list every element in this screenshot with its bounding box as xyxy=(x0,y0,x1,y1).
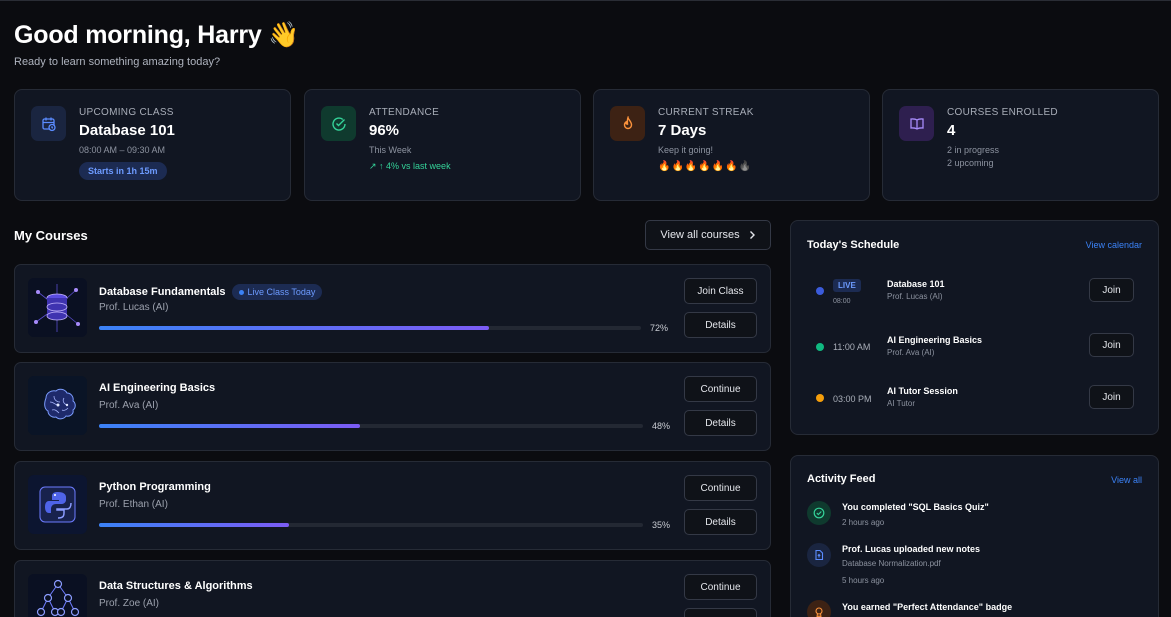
schedule-dot-icon xyxy=(816,343,824,351)
stat-label: ATTENDANCE xyxy=(369,107,440,118)
check-circle-icon xyxy=(321,106,356,141)
live-class-tag: Live Class Today xyxy=(231,284,323,300)
streak-message: Keep it going! xyxy=(658,145,714,155)
progress-percent: 72% xyxy=(650,323,669,333)
schedule-time: 08:00 xyxy=(833,298,851,305)
schedule-instructor: Prof. Lucas (AI) xyxy=(887,292,943,301)
wave-emoji-icon: 👋 xyxy=(268,21,300,49)
details-button[interactable] xyxy=(684,608,757,617)
live-dot-icon xyxy=(238,289,244,295)
stat-value: Database 101 xyxy=(79,122,175,139)
progress-percent: 48% xyxy=(652,421,671,431)
stat-value: 4 xyxy=(947,122,956,139)
join-class-button[interactable]: Join Class xyxy=(684,278,757,304)
activity-time: 2 hours ago xyxy=(842,518,885,527)
activity-time: 5 hours ago xyxy=(842,576,885,585)
stat-label: COURSES ENROLLED xyxy=(947,107,1058,118)
schedule-class-name: AI Tutor Session xyxy=(887,386,958,396)
course-instructor: Prof. Lucas (AI) xyxy=(99,302,169,313)
panel-title: Activity Feed xyxy=(807,473,876,485)
view-all-activity-link[interactable]: View all xyxy=(1111,475,1142,485)
check-circle-icon xyxy=(807,501,831,525)
course-title: AI Engineering Basics xyxy=(99,382,216,394)
stat-card-attendance[interactable]: ATTENDANCE 96% This Week ↗ ↑ 4% vs last … xyxy=(304,89,581,201)
course-card-database-fundamentals[interactable]: Database Fundamentals Live Class Today P… xyxy=(14,264,771,353)
medal-icon xyxy=(807,600,831,617)
page-title: Good morning, Harry 👋 xyxy=(14,21,300,49)
course-card-data-structures[interactable]: Data Structures & Algorithms Prof. Zoe (… xyxy=(14,560,771,617)
activity-text: You earned "Perfect Attendance" badge xyxy=(842,602,1013,612)
brain-thumbnail xyxy=(28,376,87,435)
calendar-clock-icon xyxy=(31,106,66,141)
stat-label: CURRENT STREAK xyxy=(658,107,754,118)
view-all-courses-button[interactable]: View all courses xyxy=(645,220,771,250)
schedule-instructor: AI Tutor xyxy=(887,399,916,408)
activity-file: Database Normalization.pdf xyxy=(842,559,941,568)
course-card-python[interactable]: Python Programming Prof. Ethan (AI) 35% … xyxy=(14,461,771,550)
course-title: Database Fundamentals Live Class Today xyxy=(99,284,323,300)
course-instructor: Prof. Ava (AI) xyxy=(99,400,159,411)
tree-thumbnail xyxy=(28,574,87,617)
details-button[interactable]: Details xyxy=(684,509,757,535)
course-title: Python Programming xyxy=(99,481,211,493)
panel-title: Today's Schedule xyxy=(807,239,900,251)
view-calendar-link[interactable]: View calendar xyxy=(1086,240,1142,250)
course-title: Data Structures & Algorithms xyxy=(99,580,253,592)
activity-text: Prof. Lucas uploaded new notes xyxy=(842,544,981,554)
join-button[interactable]: Join xyxy=(1089,278,1134,302)
in-progress-count: 2 in progress xyxy=(947,145,1000,155)
stat-card-courses-enrolled[interactable]: COURSES ENROLLED 4 2 in progress 2 upcom… xyxy=(882,89,1159,201)
schedule-time: 11:00 AM xyxy=(833,342,871,352)
schedule-dot-icon xyxy=(816,394,824,402)
upcoming-count: 2 upcoming xyxy=(947,158,994,168)
python-thumbnail xyxy=(28,475,87,534)
course-progress-bar xyxy=(99,523,643,527)
schedule-class-name: Database 101 xyxy=(887,279,945,289)
file-upload-icon xyxy=(807,543,831,567)
section-title-my-courses: My Courses xyxy=(14,228,88,243)
continue-button[interactable]: Continue xyxy=(684,574,757,600)
trend-indicator: ↗ ↑ 4% vs last week xyxy=(369,161,451,171)
schedule-instructor: Prof. Ava (AI) xyxy=(887,348,935,357)
stat-value: 7 Days xyxy=(658,122,707,139)
class-time: 08:00 AM – 09:30 AM xyxy=(79,145,166,155)
stat-card-streak[interactable]: CURRENT STREAK 7 Days Keep it going! 🔥🔥🔥… xyxy=(593,89,870,201)
course-progress-bar xyxy=(99,424,643,428)
course-instructor: Prof. Ethan (AI) xyxy=(99,499,168,510)
schedule-class-name: AI Engineering Basics xyxy=(887,335,983,345)
stat-label: UPCOMING CLASS xyxy=(79,107,174,118)
starts-in-badge: Starts in 1h 15m xyxy=(79,162,167,180)
flame-icon xyxy=(610,106,645,141)
progress-percent: 35% xyxy=(652,520,671,530)
continue-button[interactable]: Continue xyxy=(684,475,757,501)
page-subtitle: Ready to learn something amazing today? xyxy=(14,56,221,68)
chevron-right-icon xyxy=(749,231,755,239)
open-book-icon xyxy=(899,106,934,141)
join-button[interactable]: Join xyxy=(1089,333,1134,357)
details-button[interactable]: Details xyxy=(684,410,757,436)
greeting-header: Good morning, Harry 👋 Ready to learn som… xyxy=(14,21,299,68)
stat-card-upcoming-class[interactable]: UPCOMING CLASS Database 101 08:00 AM – 0… xyxy=(14,89,291,201)
activity-text: You completed "SQL Basics Quiz" xyxy=(842,502,989,512)
streak-flames: 🔥🔥🔥🔥🔥🔥🔥 xyxy=(658,161,753,172)
details-button[interactable]: Details xyxy=(684,312,757,338)
schedule-time: 03:00 PM xyxy=(833,394,872,404)
schedule-dot-icon xyxy=(816,287,824,295)
database-thumbnail xyxy=(28,278,87,337)
todays-schedule-panel: Today's Schedule View calendar LIVE 08:0… xyxy=(790,220,1159,435)
course-progress-bar xyxy=(99,326,641,330)
course-card-ai-engineering[interactable]: AI Engineering Basics Prof. Ava (AI) 48%… xyxy=(14,362,771,451)
live-badge: LIVE xyxy=(833,279,861,292)
course-instructor: Prof. Zoe (AI) xyxy=(99,598,160,609)
stat-period: This Week xyxy=(369,145,412,155)
join-button[interactable]: Join xyxy=(1089,385,1134,409)
stat-value: 96% xyxy=(369,122,400,139)
continue-button[interactable]: Continue xyxy=(684,376,757,402)
activity-feed-panel: Activity Feed View all You completed "SQ… xyxy=(790,455,1159,617)
